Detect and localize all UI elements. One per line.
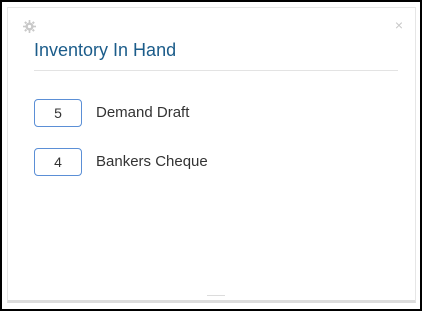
resize-handle[interactable]: [207, 295, 225, 296]
demand-draft-count[interactable]: 5: [34, 99, 82, 127]
gear-icon[interactable]: [23, 20, 36, 33]
screenshot-frame: × Inventory In Hand 5 Demand Draft 4 Ban…: [0, 0, 422, 311]
demand-draft-label: Demand Draft: [96, 104, 190, 121]
inventory-widget: × Inventory In Hand 5 Demand Draft 4 Ban…: [7, 7, 416, 303]
title-divider: [34, 70, 398, 71]
close-icon[interactable]: ×: [395, 18, 403, 32]
bankers-cheque-count[interactable]: 4: [34, 148, 82, 176]
widget-title: Inventory In Hand: [34, 40, 177, 60]
bankers-cheque-label: Bankers Cheque: [96, 153, 208, 170]
